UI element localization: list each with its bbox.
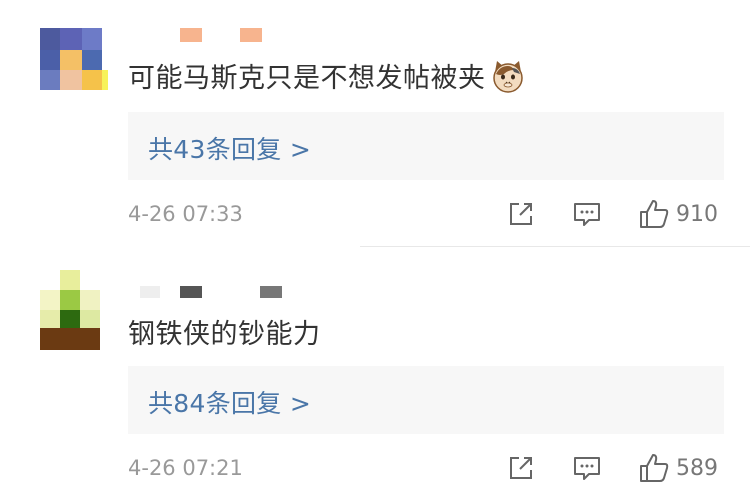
share-button[interactable] xyxy=(506,198,536,230)
share-button[interactable] xyxy=(506,452,536,484)
timestamp: 4-26 07:33 xyxy=(128,202,243,226)
reply-button[interactable] xyxy=(572,198,602,230)
thumbs-up-icon xyxy=(640,454,669,482)
avatar[interactable] xyxy=(40,270,102,350)
view-replies-label: 共84条回复 > xyxy=(148,389,312,418)
comment-item: 钢铁侠的钞能力 共84条回复 > 4-26 07:21 589 xyxy=(0,248,750,498)
comment-item: 可能马斯克只是不想发帖被夹 共43条回复 > 4-26 07:33 910 xyxy=(0,0,750,248)
avatar[interactable] xyxy=(40,28,108,90)
cat-face-emoji-icon xyxy=(492,60,523,93)
comment-icon xyxy=(574,203,600,226)
like-button[interactable]: 589 xyxy=(638,452,718,484)
comment-text: 钢铁侠的钞能力 xyxy=(128,312,321,351)
comment-text-content: 钢铁侠的钞能力 xyxy=(128,319,321,350)
username-redacted[interactable] xyxy=(128,286,288,306)
share-icon xyxy=(510,457,532,479)
reply-button[interactable] xyxy=(572,452,602,484)
share-icon xyxy=(510,203,532,225)
timestamp: 4-26 07:21 xyxy=(128,456,243,480)
like-count: 910 xyxy=(676,201,718,227)
thumbs-up-icon xyxy=(640,200,669,228)
view-replies-label: 共43条回复 > xyxy=(148,135,312,164)
like-count: 589 xyxy=(676,455,718,481)
like-button[interactable]: 910 xyxy=(638,198,718,230)
username-redacted[interactable] xyxy=(128,28,278,48)
view-replies-button[interactable]: 共84条回复 > xyxy=(128,366,724,434)
divider xyxy=(360,246,750,247)
view-replies-button[interactable]: 共43条回复 > xyxy=(128,112,724,180)
comment-text: 可能马斯克只是不想发帖被夹 xyxy=(128,56,526,95)
comment-text-content: 可能马斯克只是不想发帖被夹 xyxy=(128,63,486,94)
comment-icon xyxy=(574,457,600,480)
